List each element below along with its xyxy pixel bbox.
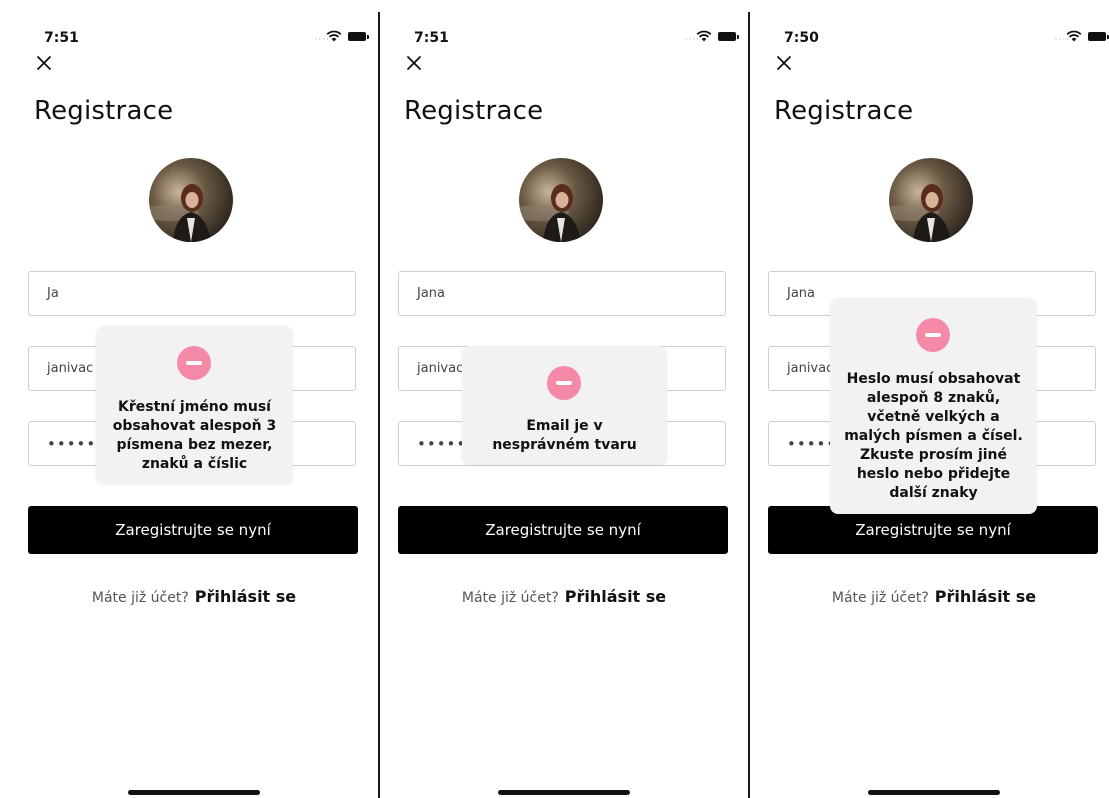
close-icon[interactable] [775, 54, 793, 72]
email-value: janivac [417, 361, 464, 376]
phone-screen-1: 7:51 ···· Registrace Ja janivac ••••• Za… [10, 12, 378, 798]
register-button[interactable]: Zaregistrujte se nyní [398, 506, 728, 554]
password-value: ••••• [417, 435, 467, 453]
toast-message: Heslo musí obsahovat alespoň 8 znaků, vč… [844, 371, 1023, 501]
phone-screen-3: 7:50 ···· Registrace Jana janivac ••••• … [750, 12, 1109, 798]
status-bar: 7:50 ···· [750, 26, 1109, 50]
email-value: janivac [47, 361, 94, 376]
login-link[interactable]: Přihlásit se [935, 587, 1036, 606]
battery-icon [1088, 32, 1109, 41]
minus-circle-icon [177, 346, 211, 380]
first-name-field[interactable]: Jana [398, 271, 726, 316]
status-time: 7:51 [414, 30, 449, 46]
page-title: Registrace [404, 96, 544, 126]
first-name-value: Ja [47, 286, 59, 301]
profile-avatar[interactable] [519, 158, 603, 242]
minus-circle-icon [916, 318, 950, 352]
battery-icon [348, 32, 369, 41]
battery-icon [718, 32, 739, 41]
login-link[interactable]: Přihlásit se [195, 587, 296, 606]
wifi-icon [696, 30, 712, 42]
first-name-value: Jana [417, 286, 446, 301]
login-row: Máte již účet? Přihlásit se [750, 587, 1109, 606]
page-title: Registrace [34, 96, 174, 126]
home-indicator[interactable] [498, 790, 630, 795]
close-icon[interactable] [35, 54, 53, 72]
phone-screen-2: 7:51 ···· Registrace Jana janivac ••••• … [380, 12, 748, 798]
first-name-field[interactable]: Ja [28, 271, 356, 316]
error-toast: Email je v nesprávném tvaru [462, 346, 667, 465]
status-time: 7:50 [784, 30, 819, 46]
profile-avatar[interactable] [149, 158, 233, 242]
wifi-icon [1066, 30, 1082, 42]
password-value: ••••• [787, 435, 837, 453]
toast-message: Email je v nesprávném tvaru [492, 418, 637, 453]
page-title: Registrace [774, 96, 914, 126]
toast-message: Křestní jméno musí obsahovat alespoň 3 p… [112, 399, 277, 472]
login-prompt: Máte již účet? [461, 590, 559, 606]
first-name-value: Jana [787, 286, 816, 301]
login-row: Máte již účet? Přihlásit se [380, 587, 748, 606]
login-link[interactable]: Přihlásit se [565, 587, 666, 606]
home-indicator[interactable] [868, 790, 1000, 795]
login-row: Máte již účet? Přihlásit se [10, 587, 378, 606]
error-toast: Heslo musí obsahovat alespoň 8 znaků, vč… [830, 298, 1037, 514]
status-bar: 7:51 ···· [10, 26, 378, 50]
minus-circle-icon [547, 366, 581, 400]
password-value: ••••• [47, 435, 97, 453]
register-button[interactable]: Zaregistrujte se nyní [28, 506, 358, 554]
home-indicator[interactable] [128, 790, 260, 795]
wifi-icon [326, 30, 342, 42]
status-time: 7:51 [44, 30, 79, 46]
error-toast: Křestní jméno musí obsahovat alespoň 3 p… [96, 326, 293, 484]
close-icon[interactable] [405, 54, 423, 72]
status-bar: 7:51 ···· [380, 26, 748, 50]
login-prompt: Máte již účet? [91, 590, 189, 606]
login-prompt: Máte již účet? [831, 590, 929, 606]
profile-avatar[interactable] [889, 158, 973, 242]
email-value: janivac [787, 361, 834, 376]
